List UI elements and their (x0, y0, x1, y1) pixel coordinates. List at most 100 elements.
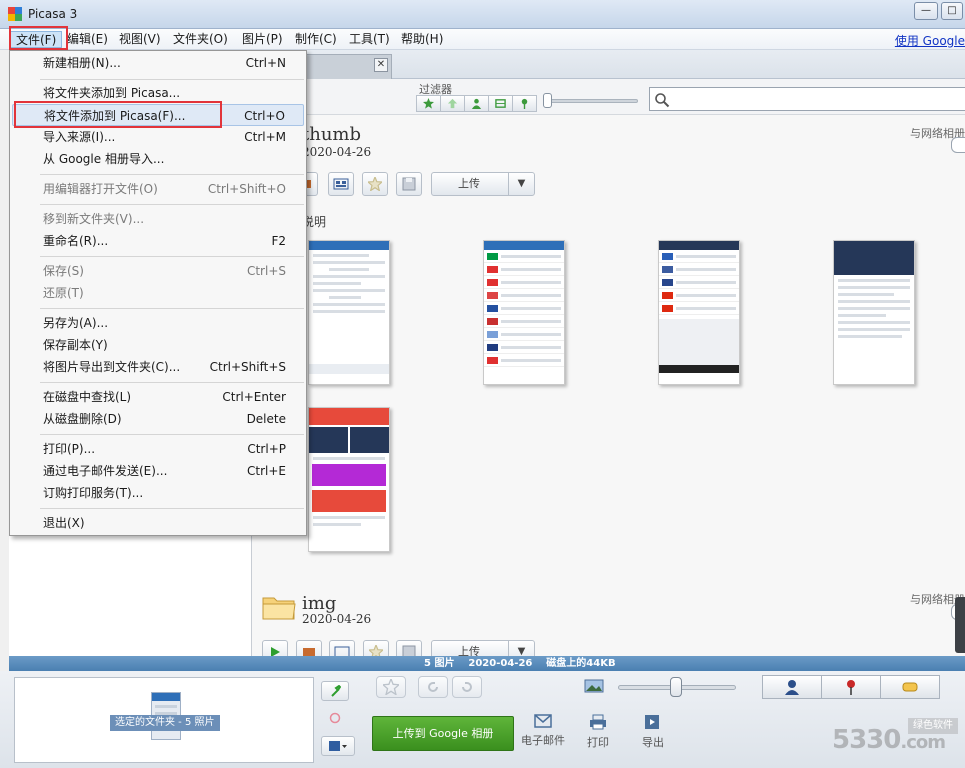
chevron-down-icon[interactable]: ▼ (508, 173, 534, 195)
menu-save[interactable]: 保存(S) Ctrl+S (12, 260, 304, 282)
menu-save-copy[interactable]: 保存副本(Y) (12, 334, 304, 356)
close-icon[interactable]: ✕ (374, 58, 388, 72)
email-icon (534, 714, 552, 728)
chevron-down-icon[interactable]: ▼ (508, 641, 534, 656)
star-icon[interactable] (363, 640, 389, 656)
filter-slider-thumb[interactable] (543, 93, 552, 108)
menu-help[interactable]: 帮助(H) (396, 31, 448, 48)
picasa-app-icon (8, 7, 22, 21)
star-filter-icon[interactable] (416, 95, 441, 112)
menu-exit[interactable]: 退出(X) (12, 512, 304, 534)
menu-separator (40, 79, 304, 80)
photo-thumbnail[interactable] (483, 240, 565, 385)
rotate-right-icon[interactable] (452, 676, 482, 698)
menu-separator (40, 434, 304, 435)
menu-view[interactable]: 视图(V) (114, 31, 166, 48)
google-signin-link[interactable]: 使用 Google (895, 32, 965, 49)
movie-filter-icon[interactable] (488, 95, 513, 112)
photo-thumbnail[interactable] (833, 240, 915, 385)
play-icon[interactable] (262, 640, 288, 656)
album-date: 2020-04-26 (302, 612, 372, 626)
folder-icon (262, 597, 296, 620)
menu-import-google[interactable]: 从 Google 相册导入... (12, 148, 304, 170)
star-icon[interactable] (362, 172, 388, 196)
menu-picture[interactable]: 图片(P) (237, 31, 288, 48)
share-google-photos-button[interactable]: 上传到 Google 相册 (372, 716, 514, 751)
photo-thumbnail[interactable] (658, 240, 740, 385)
menu-revert[interactable]: 还原(T) (12, 282, 304, 304)
uploaded-filter-icon[interactable] (440, 95, 465, 112)
collage-button[interactable] (328, 172, 354, 196)
album-add-icon[interactable] (321, 736, 355, 756)
menu-import[interactable]: 导入来源(I)... Ctrl+M (12, 126, 304, 148)
upload-button[interactable]: 上传 ▼ (431, 640, 535, 656)
menu-delete-disk[interactable]: 从磁盘删除(D) Delete (12, 408, 304, 430)
menu-separator (40, 382, 304, 383)
star-icon[interactable] (376, 676, 406, 698)
menu-move-folder[interactable]: 移到新文件夹(V)... (12, 208, 304, 230)
menu-print[interactable]: 打印(P)... Ctrl+P (12, 438, 304, 460)
collage-button[interactable] (329, 640, 355, 656)
volume-meter (955, 597, 965, 653)
menu-email[interactable]: 通过电子邮件发送(E)... Ctrl+E (12, 460, 304, 482)
filter-slider-track[interactable] (548, 99, 638, 103)
menu-order-prints[interactable]: 订购打印服务(T)... (12, 482, 304, 504)
map-pin-icon[interactable] (821, 675, 881, 699)
print-button[interactable]: 打印 (573, 714, 623, 750)
photo-thumbnail[interactable] (308, 407, 390, 552)
save-icon[interactable] (396, 172, 422, 196)
main-area: ✕ 过滤器 thumb 2020-04-26 与网络相册 上传 ▼ 说明 img… (252, 50, 965, 656)
rotate-left-icon[interactable] (418, 676, 448, 698)
status-info: 5 图片 2020-04-26 磁盘上的44KB (424, 656, 616, 671)
menu-rename[interactable]: 重命名(R)... F2 (12, 230, 304, 252)
filter-buttons (416, 95, 537, 112)
save-icon[interactable] (396, 640, 422, 656)
zoom-slider-thumb[interactable] (670, 677, 682, 697)
album-date: 2020-04-26 (302, 145, 372, 159)
filter-bar: 过滤器 (252, 79, 965, 115)
upload-label: 上传 (458, 645, 480, 656)
people-filter-icon[interactable] (464, 95, 489, 112)
menu-export-folder[interactable]: 将图片导出到文件夹(C)... Ctrl+Shift+S (12, 356, 304, 378)
photo-thumbnail[interactable] (308, 240, 390, 385)
menu-separator (40, 508, 304, 509)
print-label: 打印 (587, 736, 609, 749)
upload-button[interactable]: 上传 ▼ (431, 172, 535, 196)
geotag-filter-icon[interactable] (512, 95, 537, 112)
clear-icon[interactable] (321, 708, 349, 728)
tray-label: 选定的文件夹 - 5 照片 (110, 715, 220, 731)
watermark-logo: 5330.com (832, 725, 946, 755)
menu-separator (40, 174, 304, 175)
export-button[interactable]: 导出 (628, 714, 678, 750)
menu-save-as[interactable]: 另存为(A)... (12, 312, 304, 334)
slideshow-button[interactable] (296, 640, 322, 656)
export-label: 导出 (642, 736, 664, 749)
hold-icon[interactable] (321, 681, 349, 701)
menu-create[interactable]: 制作(C) (290, 31, 342, 48)
album-name: img (302, 593, 337, 614)
search-input[interactable] (649, 87, 965, 111)
email-button[interactable]: 电子邮件 (518, 714, 568, 748)
menu-separator (40, 204, 304, 205)
tab-bar: ✕ (252, 50, 965, 79)
printer-icon (590, 714, 606, 730)
annotation-box-add-file (14, 101, 222, 128)
email-label: 电子邮件 (521, 734, 565, 747)
minimize-button[interactable]: — (914, 2, 938, 20)
people-icon[interactable] (762, 675, 822, 699)
menu-open-editor[interactable]: 用编辑器打开文件(O) Ctrl+Shift+O (12, 178, 304, 200)
maximize-button[interactable]: □ (941, 2, 963, 20)
window-title: Picasa 3 (28, 7, 78, 21)
menu-folder[interactable]: 文件夹(O) (168, 31, 233, 48)
menu-new-album[interactable]: 新建相册(N)... Ctrl+N (12, 52, 304, 74)
menu-tools[interactable]: 工具(T) (344, 31, 395, 48)
tag-icon[interactable] (880, 675, 940, 699)
sync-toggle[interactable] (951, 137, 965, 153)
menu-edit[interactable]: 编辑(E) (62, 31, 113, 48)
album-name: thumb (302, 124, 362, 145)
bottom-panel: 选定的文件夹 - 5 照片 上传到 Google 相册 电子邮件 打印 导出 绿… (0, 671, 965, 768)
menu-separator (40, 256, 304, 257)
menu-separator (40, 308, 304, 309)
search-icon (655, 93, 670, 108)
menu-locate-disk[interactable]: 在磁盘中查找(L) Ctrl+Enter (12, 386, 304, 408)
